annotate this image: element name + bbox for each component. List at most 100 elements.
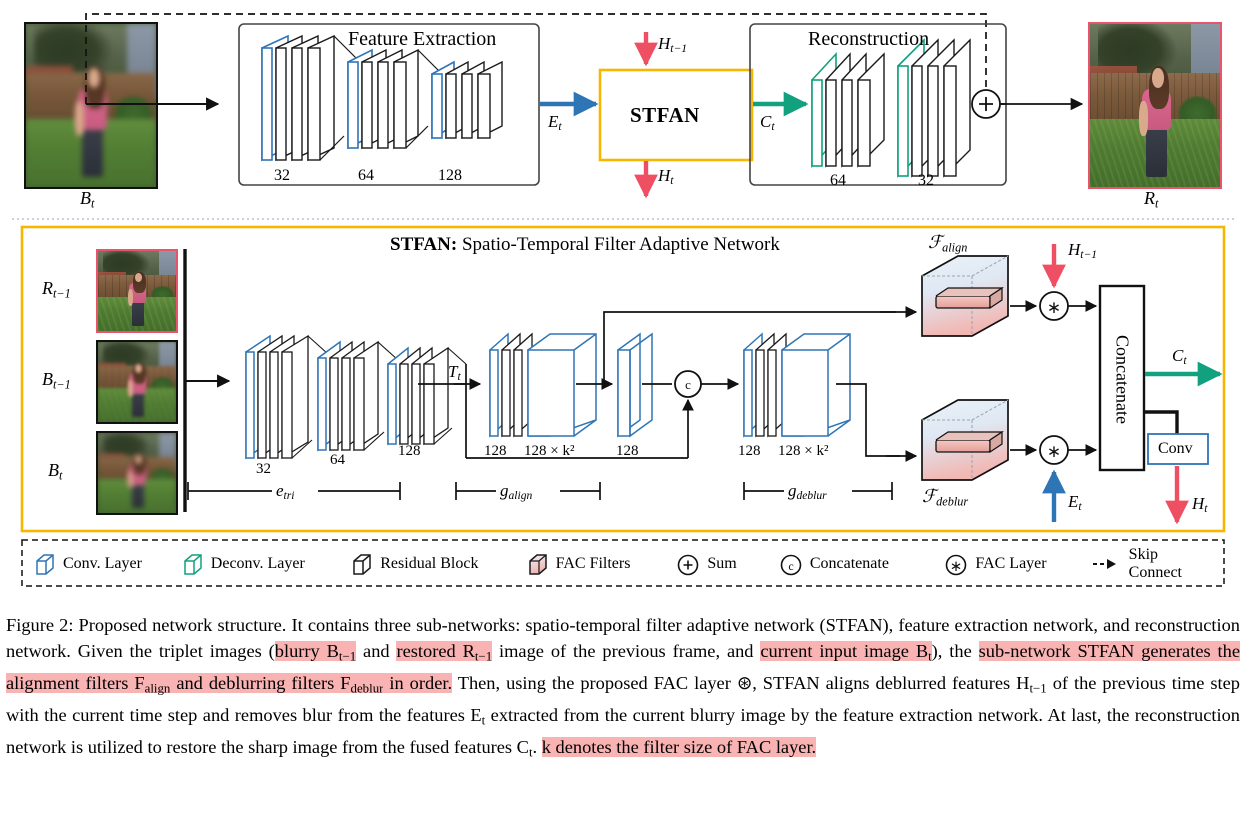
caption-run: restored Rt−1 [396, 641, 493, 664]
caption-run: . [532, 736, 542, 757]
etri-channel-128: 128 [398, 443, 421, 459]
legend-item-deconv: Deconv. Layer [182, 552, 351, 576]
caption-subscript: t−1 [1029, 681, 1047, 696]
stfan-panel-title: STFAN: Spatio-Temporal Filter Adaptive N… [390, 234, 780, 255]
network-diagram: c ∗ ∗ [12, 13, 1234, 587]
fac-filters-deblur [921, 399, 1009, 481]
legend-label-facfilters: FAC Filters [555, 555, 631, 572]
bracket-label-gdeblur: gdeblur [788, 481, 827, 503]
label-Ht-1-top: Ht−1 [658, 34, 688, 56]
label-Ht-top: Ht [658, 166, 674, 188]
label-Ct-top: Ct [760, 112, 775, 134]
gdeblur-channel-128k2: 128 × k² [778, 443, 829, 459]
legend-row: Conv. Layer Deconv. Layer Residual Block [34, 546, 1214, 582]
label-Ht-stfan: Ht [1192, 494, 1208, 516]
fe-channel-32: 32 [274, 167, 290, 184]
legend-label-faclayer: FAC Layer [975, 555, 1047, 572]
etri-group-32 [245, 334, 329, 460]
legend-label-residual: Residual Block [380, 555, 479, 572]
figure-container: c ∗ ∗ Bt Rt Feature Extraction 32 64 128… [0, 0, 1246, 831]
galign-channel-128: 128 [484, 443, 507, 459]
galign-blocks [489, 332, 597, 438]
caption-run: blurry Bt−1 [274, 641, 357, 664]
concat-to-conv [1145, 410, 1179, 434]
caption-subscript: t−1 [474, 649, 493, 664]
galign-channel-128k2: 128 × k² [524, 443, 575, 459]
etri-channel-32: 32 [256, 461, 271, 477]
gdeblur-blocks [743, 332, 851, 438]
legend-item-skip: Skip Connect [1092, 546, 1214, 582]
label-Rt-1-stfan: Rt−1 [42, 278, 71, 301]
rec-channel-32: 32 [918, 172, 934, 189]
label-F-deblur: ℱdeblur [922, 486, 969, 509]
legend-label-skip: Skip Connect [1128, 546, 1182, 581]
cube-blue-icon [36, 554, 54, 575]
gdeblur-channel-128: 128 [738, 443, 761, 459]
svg-text:∗: ∗ [1047, 298, 1061, 317]
reconstruction-title: Reconstruction [808, 28, 930, 50]
etri-channel-64: 64 [330, 452, 345, 468]
svg-text:c: c [788, 559, 793, 573]
caption-run: Then, using the proposed FAC layer ⊛, ST… [452, 673, 1047, 696]
rec-group-32 [897, 38, 971, 178]
label-F-align: ℱalign [928, 232, 968, 255]
circle-asterisk-icon: ∗ [946, 554, 967, 576]
legend-item-conv: Conv. Layer [34, 552, 182, 576]
legend-item-facfilters: FAC Filters [527, 552, 677, 576]
caption-subscript: align [144, 681, 171, 696]
label-Bt-stfan: Bt [48, 460, 63, 483]
dashed-arrow-icon [1093, 559, 1117, 569]
caption-run: and [356, 641, 397, 662]
caption-subscript: deblur [350, 681, 384, 696]
caption-run: ), the [931, 641, 979, 662]
legend-item-concat: c Concatenate [779, 552, 945, 576]
caption-run: current input image Bt [760, 641, 932, 664]
fe-channel-64: 64 [358, 167, 374, 184]
feature-extraction-title: Feature Extraction [348, 28, 497, 50]
label-Ht-1-stfan: Ht−1 [1068, 240, 1098, 262]
caption-run: and [170, 673, 209, 694]
legend-label-deconv: Deconv. Layer [210, 555, 305, 572]
label-Ct-stfan: Ct [1172, 346, 1187, 368]
cube-green-icon [184, 554, 202, 575]
svg-text:∗: ∗ [1047, 442, 1061, 461]
fe-channel-128: 128 [438, 167, 462, 184]
fe-group-32 [261, 34, 359, 162]
svg-text:∗: ∗ [950, 559, 963, 575]
cube-gradient-icon [528, 554, 547, 575]
caption-run: image of the previous frame, and [492, 641, 761, 662]
fac-filters-align [921, 255, 1009, 337]
fe-group-128 [431, 60, 503, 140]
legend-label-conv: Conv. Layer [63, 555, 142, 572]
legend-item-residual: Residual Block [351, 552, 526, 576]
caption-run: deblurring filters Fdeblur [208, 673, 384, 696]
label-Bt-1-stfan: Bt−1 [42, 369, 71, 392]
label-Bt-input: Bt [80, 188, 95, 211]
concatenate-label: Concatenate [1112, 334, 1133, 424]
mid-channel-128: 128 [616, 443, 639, 459]
mid-128-block [617, 332, 653, 438]
cube-black-icon [353, 554, 371, 575]
legend-label-sum: Sum [707, 555, 737, 572]
legend-label-concat: Concatenate [809, 555, 889, 572]
bracket-label-etri: etri [276, 481, 295, 503]
conv-box-label: Conv [1158, 440, 1193, 457]
circle-plus-icon [678, 554, 699, 576]
rec-channel-64: 64 [830, 172, 846, 189]
caption-subscript: t−1 [338, 649, 357, 664]
label-Rt-output: Rt [1144, 188, 1159, 211]
label-Et-top: Et [548, 112, 562, 134]
legend-item-faclayer: ∗ FAC Layer [944, 552, 1092, 576]
rec-group-64 [811, 51, 885, 169]
fe-group-64 [347, 48, 441, 150]
legend-item-sum: Sum [676, 552, 778, 576]
svg-text:c: c [685, 377, 691, 392]
label-Et-stfan: Et [1068, 492, 1082, 514]
etri-group-64 [317, 340, 399, 452]
circle-c-icon: c [780, 554, 802, 576]
stfan-box-label: STFAN [630, 103, 700, 127]
caption-run: in order. [383, 673, 453, 694]
label-Tt: Tt [448, 362, 461, 384]
caption-run: k denotes the filter size of FAC layer. [541, 736, 817, 757]
bracket-label-galign: galign [500, 481, 533, 503]
